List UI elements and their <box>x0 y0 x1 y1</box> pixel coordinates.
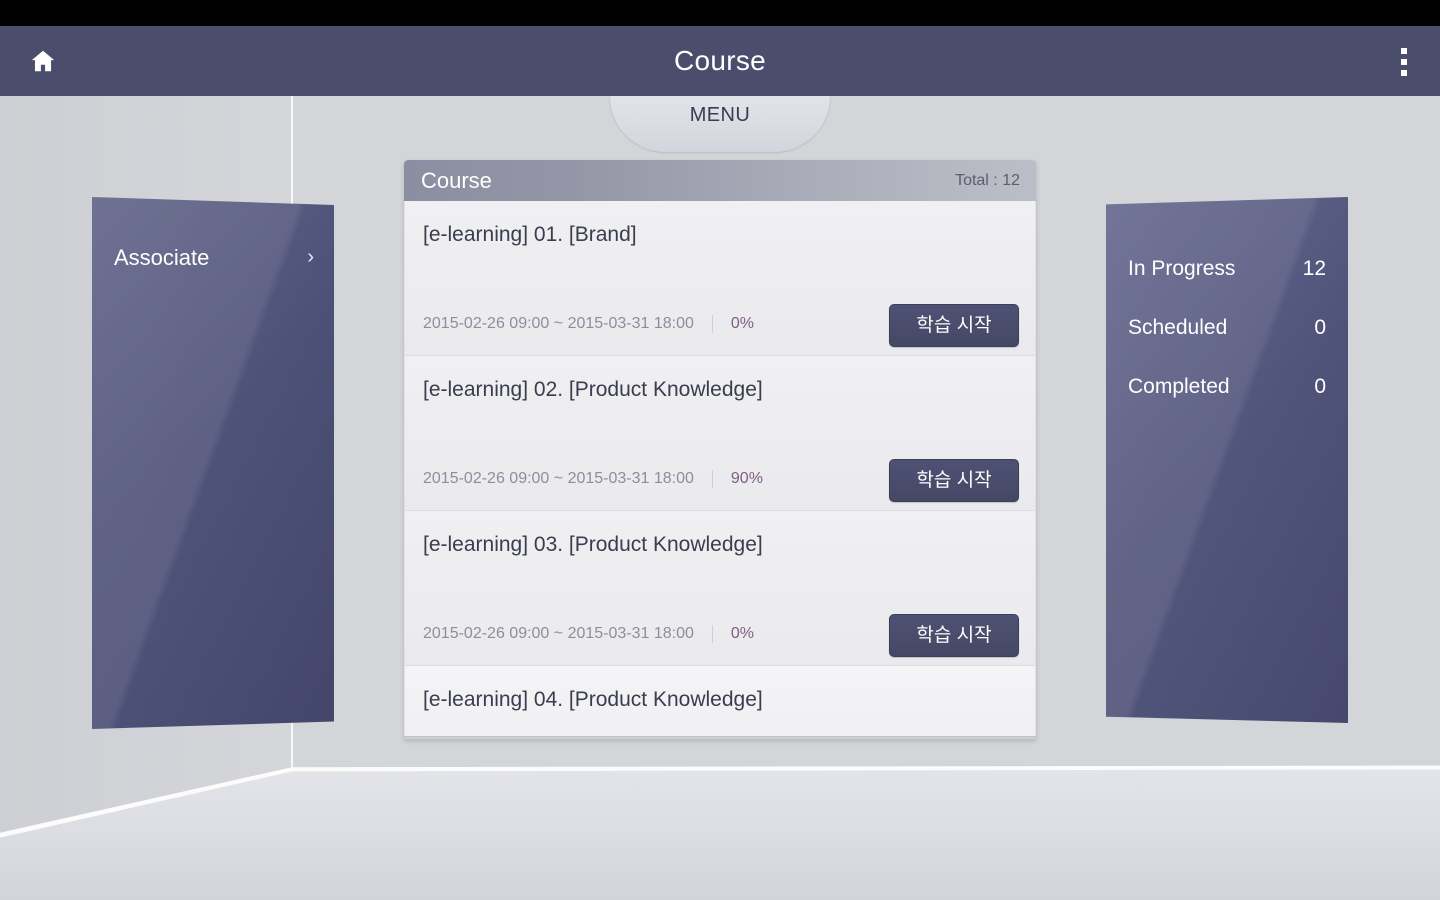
course-item-title: [e-learning] 02. [Product Knowledge] <box>423 378 763 401</box>
course-item-title: [e-learning] 01. [Brand] <box>423 223 637 246</box>
meta-divider <box>711 315 713 333</box>
course-list-item[interactable]: [e-learning] 01. [Brand] 2015-02-26 09:0… <box>405 201 1035 356</box>
course-card: Course Total : 12 [e-learning] 01. [Bran… <box>404 160 1036 739</box>
course-item-title: [e-learning] 04. [Product Knowledge] <box>423 688 763 711</box>
stat-label: Scheduled <box>1128 315 1228 339</box>
panel-gloss <box>92 197 334 729</box>
meta-divider <box>711 470 713 488</box>
stat-row-in-progress[interactable]: In Progress 12 <box>1128 239 1326 298</box>
course-item-progress: 0% <box>730 625 755 642</box>
menu-tab[interactable]: MENU <box>610 96 830 152</box>
app-bar: Course <box>0 26 1440 96</box>
course-item-progress: 0% <box>730 315 755 332</box>
associate-panel-label: Associate <box>114 245 210 270</box>
more-vert-icon[interactable] <box>1388 42 1420 82</box>
stat-row-completed[interactable]: Completed 0 <box>1128 357 1326 416</box>
course-card-title: Course <box>421 168 492 193</box>
menu-tab-label: MENU <box>689 104 751 126</box>
page-title: Course <box>673 45 767 76</box>
stat-row-scheduled[interactable]: Scheduled 0 <box>1128 298 1326 357</box>
course-item-dates: 2015-02-26 09:00 ~ 2015-03-31 18:00 <box>423 315 694 332</box>
stat-label: In Progress <box>1128 256 1236 280</box>
start-learning-button[interactable]: 학습 시작 <box>889 459 1019 502</box>
course-list: [e-learning] 01. [Brand] 2015-02-26 09:0… <box>404 201 1036 736</box>
android-status-bar <box>0 0 1440 26</box>
stat-value: 12 <box>1302 256 1326 280</box>
course-list-item[interactable]: [e-learning] 04. [Product Knowledge] <box>405 666 1035 736</box>
status-summary-panel: In Progress 12 Scheduled 0 Completed 0 <box>1106 197 1348 723</box>
status-summary-list: In Progress 12 Scheduled 0 Completed 0 <box>1106 239 1348 416</box>
overflow-dot <box>1401 70 1407 76</box>
card-bottom-shadow <box>404 736 1036 739</box>
stat-value: 0 <box>1314 374 1326 398</box>
course-item-progress: 90% <box>730 470 763 487</box>
meta-divider <box>711 625 713 643</box>
course-total-count: Total : 12 <box>955 172 1020 189</box>
overflow-dot <box>1401 48 1407 54</box>
course-item-meta: 2015-02-26 09:00 ~ 2015-03-31 18:00 0% <box>423 315 754 333</box>
course-item-meta: 2015-02-26 09:00 ~ 2015-03-31 18:00 90% <box>423 470 763 488</box>
start-learning-button[interactable]: 학습 시작 <box>889 304 1019 347</box>
course-card-header: Course Total : 12 <box>404 160 1036 201</box>
overflow-dot <box>1401 59 1407 65</box>
associate-panel[interactable]: Associate › <box>92 197 334 729</box>
course-item-title: [e-learning] 03. [Product Knowledge] <box>423 533 763 556</box>
course-list-item[interactable]: [e-learning] 03. [Product Knowledge] 201… <box>405 511 1035 666</box>
course-item-meta: 2015-02-26 09:00 ~ 2015-03-31 18:00 0% <box>423 625 754 643</box>
course-item-dates: 2015-02-26 09:00 ~ 2015-03-31 18:00 <box>423 625 694 642</box>
app-screen: MENU Associate › In Progress 12 Schedule… <box>0 0 1440 900</box>
stat-label: Completed <box>1128 374 1230 398</box>
chevron-right-icon: › <box>307 246 314 268</box>
course-item-dates: 2015-02-26 09:00 ~ 2015-03-31 18:00 <box>423 470 694 487</box>
course-list-item[interactable]: [e-learning] 02. [Product Knowledge] 201… <box>405 356 1035 511</box>
start-learning-button[interactable]: 학습 시작 <box>889 614 1019 657</box>
stat-value: 0 <box>1314 315 1326 339</box>
